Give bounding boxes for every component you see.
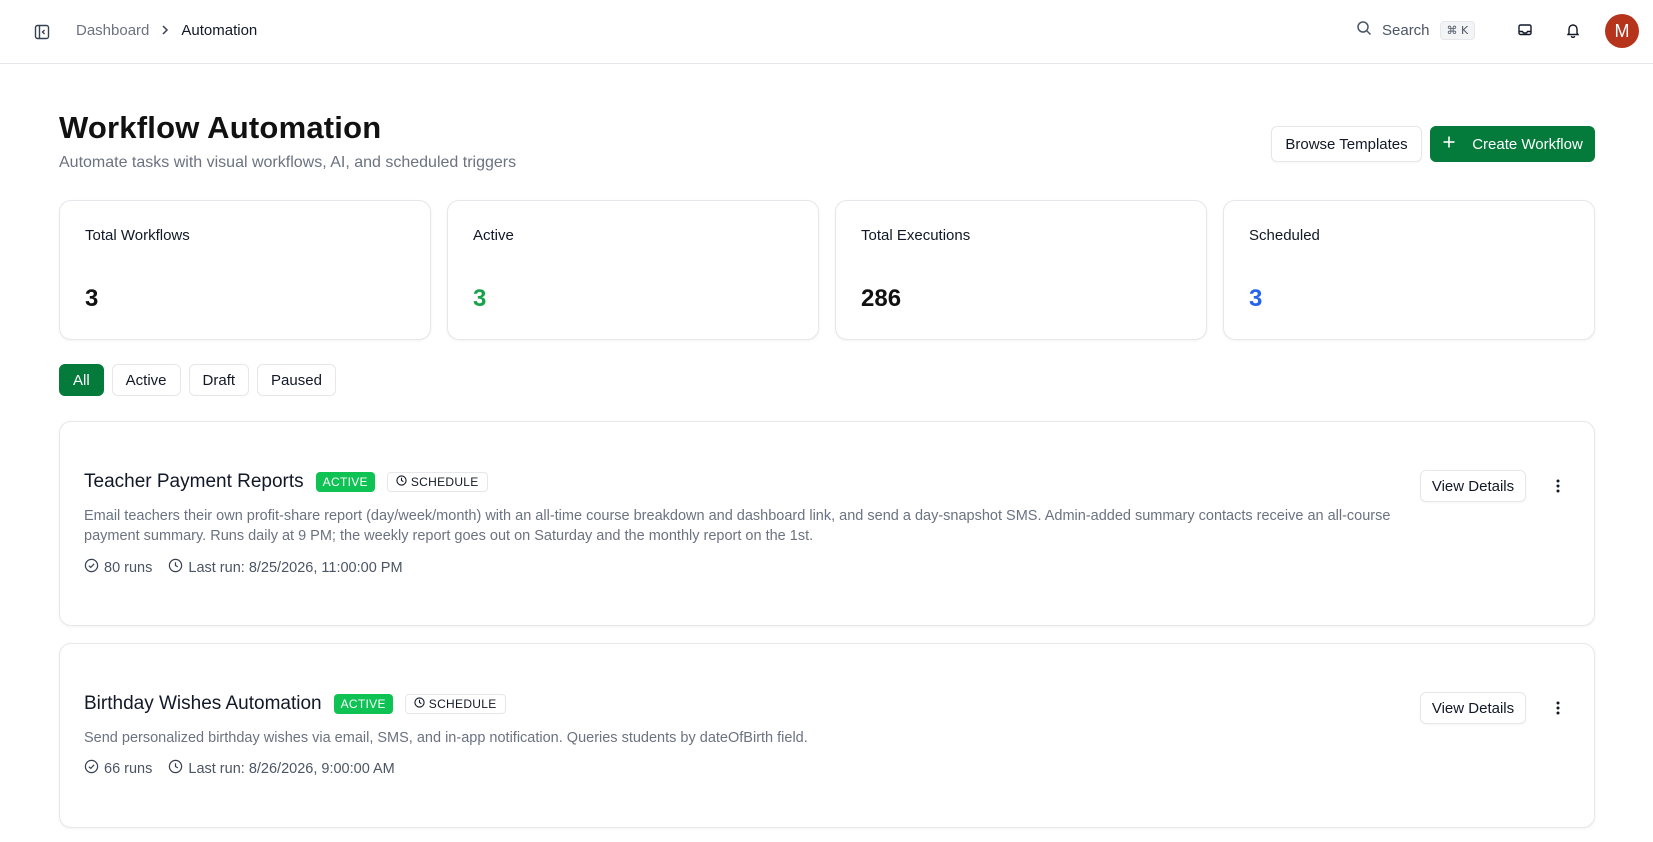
more-vertical-icon[interactable]: [1546, 474, 1570, 498]
stat-label: Total Executions: [861, 227, 971, 244]
workflow-card: Birthday Wishes Automation ACTIVE SCHEDU…: [59, 643, 1595, 828]
last-run: Last run: 8/26/2026, 9:00:00 AM: [168, 759, 395, 778]
breadcrumb-current: Automation: [181, 21, 258, 39]
runs-count: 80 runs: [84, 558, 152, 577]
stat-card-scheduled: Scheduled 3: [1223, 200, 1595, 340]
search-button[interactable]: Search ⌘ K: [1356, 16, 1476, 44]
plus-icon: [1442, 135, 1456, 153]
workflow-meta: 66 runs Last run: 8/26/2026, 9:00:00 AM: [84, 759, 395, 778]
status-filter-group: All Active Draft Paused: [59, 364, 336, 396]
breadcrumb: Dashboard Automation: [76, 0, 257, 60]
stat-label: Scheduled: [1249, 227, 1320, 244]
stat-label: Total Workflows: [85, 227, 190, 244]
workflow-card-header: Teacher Payment Reports ACTIVE SCHEDULE: [84, 471, 488, 493]
trigger-label: SCHEDULE: [410, 475, 479, 489]
stat-value: 286: [861, 285, 902, 312]
status-badge: ACTIVE: [333, 694, 393, 714]
page-subtitle: Automate tasks with visual workflows, AI…: [59, 154, 517, 171]
clock-icon: [168, 759, 183, 778]
inbox-icon[interactable]: [1513, 18, 1537, 42]
workflow-description: Email teachers their own profit-share re…: [84, 508, 1391, 544]
stat-label: Active: [473, 227, 514, 244]
filter-draft[interactable]: Draft: [188, 364, 250, 396]
create-workflow-label: Create Workflow: [1472, 135, 1583, 153]
status-badge: ACTIVE: [315, 472, 375, 492]
search-label: Search: [1382, 21, 1430, 39]
browse-templates-button[interactable]: Browse Templates: [1271, 126, 1422, 162]
search-shortcut-badge: ⌘ K: [1439, 20, 1476, 40]
more-vertical-icon[interactable]: [1546, 696, 1570, 720]
last-run-label: Last run: 8/26/2026, 9:00:00 AM: [188, 760, 395, 777]
check-circle-icon: [84, 759, 99, 778]
user-avatar[interactable]: M: [1605, 14, 1639, 48]
workflow-title[interactable]: Birthday Wishes Automation: [84, 693, 322, 715]
view-details-button[interactable]: View Details: [1420, 692, 1526, 724]
chevron-right-icon: [159, 24, 171, 36]
create-workflow-button[interactable]: Create Workflow: [1430, 126, 1595, 162]
workflow-meta: 80 runs Last run: 8/25/2026, 11:00:00 PM: [84, 558, 403, 577]
stat-card-active: Active 3: [447, 200, 819, 340]
stat-card-total-workflows: Total Workflows 3: [59, 200, 431, 340]
stat-value: 3: [85, 285, 99, 312]
workflow-description: Send personalized birthday wishes via em…: [84, 730, 808, 746]
trigger-label: SCHEDULE: [428, 697, 497, 711]
trigger-badge: SCHEDULE: [404, 694, 506, 714]
sidebar-toggle-icon[interactable]: [30, 20, 54, 44]
check-circle-icon: [84, 558, 99, 577]
filter-all[interactable]: All: [59, 364, 104, 396]
stat-card-total-executions: Total Executions 286: [835, 200, 1207, 340]
workflow-title[interactable]: Teacher Payment Reports: [84, 471, 304, 493]
clock-icon: [396, 475, 407, 489]
runs-label: 80 runs: [104, 559, 153, 576]
stat-value: 3: [1249, 285, 1263, 312]
filter-active[interactable]: Active: [111, 364, 181, 396]
workflow-card: Teacher Payment Reports ACTIVE SCHEDULE …: [59, 421, 1595, 626]
top-bar: Dashboard Automation Search ⌘ K M: [0, 0, 1653, 64]
search-icon: [1356, 20, 1372, 40]
page-title: Workflow Automation: [59, 110, 382, 145]
last-run: Last run: 8/25/2026, 11:00:00 PM: [168, 558, 403, 577]
clock-icon: [168, 558, 183, 577]
view-details-button[interactable]: View Details: [1420, 470, 1526, 502]
filter-paused[interactable]: Paused: [257, 364, 336, 396]
workflow-card-header: Birthday Wishes Automation ACTIVE SCHEDU…: [84, 693, 506, 715]
breadcrumb-dashboard-link[interactable]: Dashboard: [76, 22, 149, 39]
clock-icon: [414, 697, 425, 711]
runs-label: 66 runs: [104, 760, 153, 777]
runs-count: 66 runs: [84, 759, 152, 778]
bell-icon[interactable]: [1561, 18, 1585, 42]
stat-value: 3: [473, 285, 487, 312]
trigger-badge: SCHEDULE: [386, 472, 488, 492]
last-run-label: Last run: 8/25/2026, 11:00:00 PM: [188, 559, 403, 576]
